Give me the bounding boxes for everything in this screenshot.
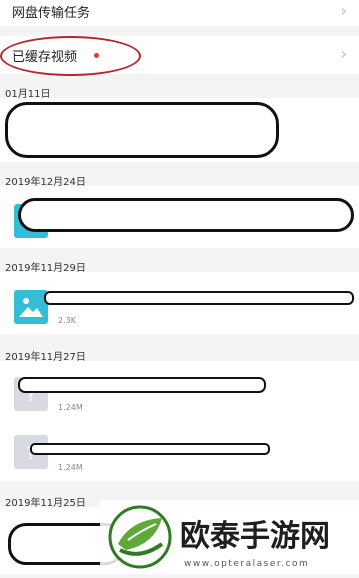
chevron-right-icon: ›: [340, 1, 347, 20]
image-file-icon: [14, 290, 48, 324]
file-size: 1.24M: [58, 403, 83, 412]
watermark-url: www.opteralaser.com: [184, 559, 309, 569]
redaction-mark: [44, 291, 354, 305]
file-size: 2.3K: [58, 316, 76, 325]
menu-item-transfer-tasks[interactable]: 网盘传输任务 ›: [0, 0, 359, 26]
redaction-mark[interactable]: [18, 377, 266, 393]
list-section: [0, 186, 359, 248]
chevron-right-icon: ›: [340, 44, 347, 63]
redaction-mark[interactable]: [18, 198, 354, 232]
list-section: ? 1.24M ? 1.24M: [0, 361, 359, 481]
menu-item-label: 网盘传输任务: [12, 6, 91, 21]
list-section: [0, 98, 359, 162]
redaction-mark: [5, 102, 279, 158]
site-watermark: 欧泰手游网 www.opteralaser.com: [100, 500, 359, 574]
leaf-logo-icon: [108, 505, 172, 569]
watermark-brand: 欧泰手游网: [180, 519, 330, 554]
highlight-circle: [0, 36, 141, 76]
redaction-mark[interactable]: [30, 443, 270, 455]
file-size: 1.24M: [58, 463, 83, 472]
list-section[interactable]: 2.3K: [0, 272, 359, 334]
